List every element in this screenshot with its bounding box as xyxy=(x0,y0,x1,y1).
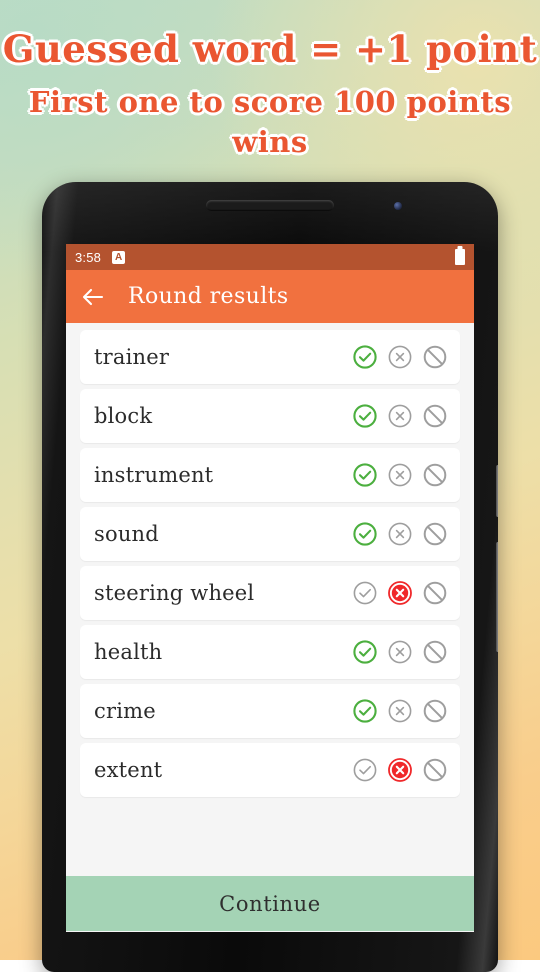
x-circle-icon[interactable] xyxy=(387,698,413,724)
arrow-left-icon[interactable] xyxy=(80,284,106,310)
check-circle-icon[interactable] xyxy=(352,403,378,429)
check-circle-icon[interactable] xyxy=(352,462,378,488)
word-label: instrument xyxy=(94,463,214,487)
volume-button[interactable] xyxy=(496,465,498,517)
page-title: Round results xyxy=(128,284,289,309)
word-result-row[interactable]: sound xyxy=(80,507,460,561)
word-label: sound xyxy=(94,522,159,546)
word-result-row[interactable]: block xyxy=(80,389,460,443)
x-circle-icon[interactable] xyxy=(387,462,413,488)
word-state-toggle-group[interactable] xyxy=(352,698,448,724)
alarm-icon: A xyxy=(112,250,126,264)
word-label: extent xyxy=(94,758,163,782)
promo-headline-line-1: Guessed word = +1 point xyxy=(2,27,538,71)
word-result-row[interactable]: extent xyxy=(80,743,460,797)
word-label: block xyxy=(94,404,153,428)
phone-screen: 3:58 A Round results trainer block instrum… xyxy=(66,244,474,932)
word-label: health xyxy=(94,640,163,664)
block-circle-icon[interactable] xyxy=(422,698,448,724)
app-bar: Round results xyxy=(66,270,474,323)
word-label: crime xyxy=(94,699,156,723)
block-circle-icon[interactable] xyxy=(422,580,448,606)
block-circle-icon[interactable] xyxy=(422,462,448,488)
check-circle-icon[interactable] xyxy=(352,698,378,724)
x-circle-icon[interactable] xyxy=(387,639,413,665)
power-button[interactable] xyxy=(496,542,498,652)
earpiece-speaker-icon xyxy=(206,200,334,211)
word-result-row[interactable]: instrument xyxy=(80,448,460,502)
block-circle-icon[interactable] xyxy=(422,757,448,783)
word-result-row[interactable]: health xyxy=(80,625,460,679)
word-result-row[interactable]: trainer xyxy=(80,330,460,384)
word-state-toggle-group[interactable] xyxy=(352,344,448,370)
check-circle-icon[interactable] xyxy=(352,521,378,547)
block-circle-icon[interactable] xyxy=(422,403,448,429)
promo-headline-line-2: First one to score 100 points wins xyxy=(28,85,512,159)
x-circle-icon[interactable] xyxy=(387,403,413,429)
block-circle-icon[interactable] xyxy=(422,639,448,665)
word-result-row[interactable]: steering wheel xyxy=(80,566,460,620)
word-state-toggle-group[interactable] xyxy=(352,462,448,488)
x-circle-icon[interactable] xyxy=(387,344,413,370)
word-result-row[interactable]: crime xyxy=(80,684,460,738)
word-results-list: trainer block instrument sound steering whee… xyxy=(66,323,474,876)
check-circle-icon[interactable] xyxy=(352,757,378,783)
x-circle-icon[interactable] xyxy=(387,757,413,783)
word-label: steering wheel xyxy=(94,581,255,605)
front-camera-icon xyxy=(394,202,402,210)
word-state-toggle-group[interactable] xyxy=(352,580,448,606)
check-circle-icon[interactable] xyxy=(352,639,378,665)
word-state-toggle-group[interactable] xyxy=(352,521,448,547)
phone-device-frame: 3:58 A Round results trainer block instrum… xyxy=(42,182,498,972)
word-label: trainer xyxy=(94,345,170,369)
word-state-toggle-group[interactable] xyxy=(352,403,448,429)
continue-button[interactable]: Continue xyxy=(66,876,474,931)
battery-full-icon xyxy=(455,249,465,265)
block-circle-icon[interactable] xyxy=(422,344,448,370)
status-bar: 3:58 A xyxy=(66,244,474,270)
word-state-toggle-group[interactable] xyxy=(352,639,448,665)
status-time: 3:58 xyxy=(75,249,102,265)
x-circle-icon[interactable] xyxy=(387,521,413,547)
check-circle-icon[interactable] xyxy=(352,580,378,606)
word-state-toggle-group[interactable] xyxy=(352,757,448,783)
continue-button-label: Continue xyxy=(219,891,321,916)
x-circle-icon[interactable] xyxy=(387,580,413,606)
promo-headline: Guessed word = +1 point First one to sco… xyxy=(0,26,540,162)
check-circle-icon[interactable] xyxy=(352,344,378,370)
block-circle-icon[interactable] xyxy=(422,521,448,547)
